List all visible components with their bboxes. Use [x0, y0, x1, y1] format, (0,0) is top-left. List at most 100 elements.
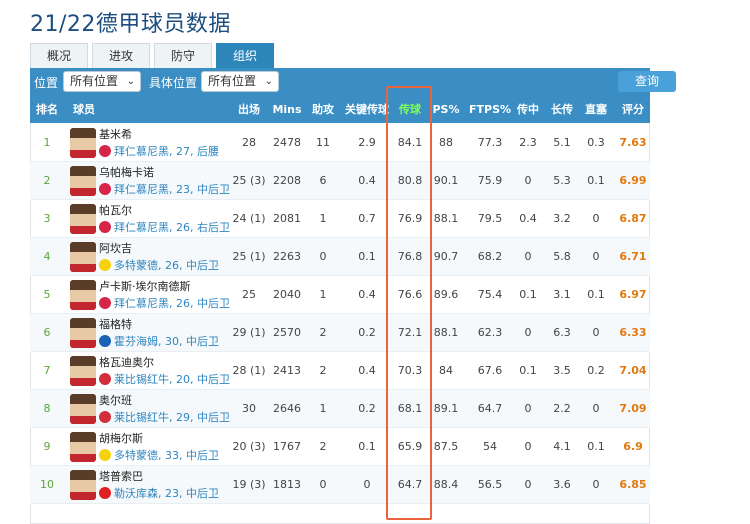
player-ps: 88.4 — [433, 478, 459, 491]
query-button[interactable]: 查询 — [618, 71, 676, 92]
player-rating: 7.04 — [619, 364, 647, 377]
player-name[interactable]: 格瓦迪奥尔 — [99, 354, 154, 370]
tab-overview[interactable]: 概况 — [30, 43, 88, 68]
player-ftps: 54 — [483, 440, 497, 453]
table-row[interactable]: 3 帕瓦尔 拜仁慕尼黑, 26, 右后卫 24 (1) 2081 1 0.7 76.9 88.1… — [30, 200, 650, 238]
player-avatar — [70, 128, 96, 158]
col-mins[interactable]: Mins — [270, 96, 304, 123]
player-passes: 76.6 — [397, 288, 423, 301]
player-rating: 6.71 — [619, 250, 647, 263]
table-row[interactable]: 5 卢卡斯·埃尔南德斯 拜仁慕尼黑, 26, 中后卫 25 2040 1 0.4 76.6 89… — [30, 276, 650, 314]
player-avatar — [70, 242, 96, 272]
table-row[interactable]: 10 塔普索巴 勒沃库森, 23, 中后卫 19 (3) 1813 0 0 64.7 88.4 5… — [30, 466, 650, 504]
col-passes[interactable]: 传球 — [388, 96, 432, 123]
player-ftps: 62.3 — [477, 326, 503, 339]
player-mins: 2208 — [273, 174, 301, 187]
player-info[interactable]: 拜仁慕尼黑, 26, 右后卫 — [99, 219, 230, 235]
position-select[interactable]: 所有位置 ⌄ — [63, 71, 141, 92]
tab-attack[interactable]: 进攻 — [92, 43, 150, 68]
player-name[interactable]: 帕瓦尔 — [99, 202, 132, 218]
player-key-passes: 0.2 — [358, 402, 376, 415]
col-assists[interactable]: 助攻 — [307, 96, 339, 123]
player-crosses: 0 — [524, 326, 532, 339]
player-name[interactable]: 乌帕梅卡诺 — [99, 164, 154, 180]
table-row[interactable]: 1 基米希 拜仁慕尼黑, 27, 后腰 28 2478 11 2.9 84.1 88 77.3 2.… — [30, 124, 650, 162]
player-through-balls: 0.1 — [587, 440, 605, 453]
player-info[interactable]: 多特蒙德, 26, 中后卫 — [99, 257, 219, 273]
detail-position-select-value: 所有位置 — [208, 74, 257, 88]
player-info[interactable]: 拜仁慕尼黑, 27, 后腰 — [99, 143, 219, 159]
col-through-balls[interactable]: 直塞 — [582, 96, 610, 123]
detail-position-select[interactable]: 所有位置 ⌄ — [201, 71, 279, 92]
col-rank[interactable]: 排名 — [30, 96, 64, 123]
player-club-info: 拜仁慕尼黑, 27, 后腰 — [114, 145, 219, 158]
player-name[interactable]: 基米希 — [99, 126, 132, 142]
player-name[interactable]: 卢卡斯·埃尔南德斯 — [99, 278, 191, 294]
club-logo-icon — [99, 411, 111, 423]
col-player[interactable]: 球员 — [64, 96, 104, 123]
club-logo-icon — [99, 373, 111, 385]
player-name[interactable]: 胡梅尔斯 — [99, 430, 143, 446]
col-ftps[interactable]: FTPS% — [466, 96, 514, 123]
club-logo-icon — [99, 221, 111, 233]
player-ps: 88.1 — [433, 212, 459, 225]
player-name[interactable]: 奥尔班 — [99, 392, 132, 408]
player-rank: 2 — [43, 174, 51, 187]
player-ftps: 68.2 — [477, 250, 503, 263]
player-info[interactable]: 莱比锡红牛, 20, 中后卫 — [99, 371, 230, 387]
player-mins: 2646 — [273, 402, 301, 415]
player-assists: 6 — [319, 174, 327, 187]
player-long-balls: 2.2 — [553, 402, 571, 415]
player-info[interactable]: 多特蒙德, 33, 中后卫 — [99, 447, 219, 463]
col-key-passes[interactable]: 关键传球 — [339, 96, 395, 123]
table-row[interactable]: 2 乌帕梅卡诺 拜仁慕尼黑, 23, 中后卫 25 (3) 2208 6 0.4 80.8 90… — [30, 162, 650, 200]
player-long-balls: 5.8 — [553, 250, 571, 263]
player-info[interactable]: 霍芬海姆, 30, 中后卫 — [99, 333, 219, 349]
player-info[interactable]: 拜仁慕尼黑, 26, 中后卫 — [99, 295, 230, 311]
player-crosses: 0.1 — [519, 288, 537, 301]
table-row[interactable]: 8 奥尔班 莱比锡红牛, 29, 中后卫 30 2646 1 0.2 68.1 89.1 64.7… — [30, 390, 650, 428]
player-through-balls: 0 — [592, 212, 600, 225]
player-ftps: 79.5 — [477, 212, 503, 225]
player-name[interactable]: 福格特 — [99, 316, 132, 332]
player-info[interactable]: 莱比锡红牛, 29, 中后卫 — [99, 409, 230, 425]
col-rating[interactable]: 评分 — [616, 96, 650, 123]
player-assists: 0 — [319, 250, 327, 263]
tab-defense[interactable]: 防守 — [154, 43, 212, 68]
player-name[interactable]: 塔普索巴 — [99, 468, 143, 484]
player-info[interactable]: 勒沃库森, 23, 中后卫 — [99, 485, 219, 501]
table-row[interactable]: 6 福格特 霍芬海姆, 30, 中后卫 29 (1) 2570 2 0.2 72.1 88.1 6… — [30, 314, 650, 352]
player-assists: 0 — [319, 478, 327, 491]
tab-organize[interactable]: 组织 — [216, 43, 274, 68]
player-apps: 30 — [242, 402, 256, 415]
player-assists: 2 — [319, 326, 327, 339]
player-long-balls: 4.1 — [553, 440, 571, 453]
player-passes: 64.7 — [397, 478, 423, 491]
player-avatar — [70, 356, 96, 386]
col-crosses[interactable]: 传中 — [514, 96, 542, 123]
position-label: 位置 — [34, 76, 59, 90]
player-key-passes: 0 — [363, 478, 371, 491]
player-apps: 25 (1) — [232, 250, 266, 263]
table-row[interactable]: 4 阿坎吉 多特蒙德, 26, 中后卫 25 (1) 2263 0 0.1 76.8 90.7 6… — [30, 238, 650, 276]
table-row[interactable]: 7 格瓦迪奥尔 莱比锡红牛, 20, 中后卫 28 (1) 2413 2 0.4 70.3 84… — [30, 352, 650, 390]
col-apps[interactable]: 出场 — [232, 96, 266, 123]
player-club-info: 拜仁慕尼黑, 23, 中后卫 — [114, 183, 230, 196]
player-through-balls: 0.2 — [587, 364, 605, 377]
player-info[interactable]: 拜仁慕尼黑, 23, 中后卫 — [99, 181, 230, 197]
player-passes: 80.8 — [397, 174, 423, 187]
col-ps[interactable]: PS% — [432, 96, 460, 123]
player-crosses: 0.4 — [519, 212, 537, 225]
col-long-balls[interactable]: 长传 — [548, 96, 576, 123]
player-ftps: 64.7 — [477, 402, 503, 415]
player-rating: 7.63 — [619, 136, 647, 149]
player-key-passes: 0.1 — [358, 440, 376, 453]
page-title: 21/22德甲球员数据 — [30, 12, 231, 37]
player-assists: 11 — [316, 136, 330, 149]
player-avatar — [70, 432, 96, 462]
player-mins: 2570 — [273, 326, 301, 339]
table-row[interactable]: 9 胡梅尔斯 多特蒙德, 33, 中后卫 20 (3) 1767 2 0.1 65.9 87.5… — [30, 428, 650, 466]
player-name[interactable]: 阿坎吉 — [99, 240, 132, 256]
club-logo-icon — [99, 145, 111, 157]
player-rating: 6.85 — [619, 478, 647, 491]
